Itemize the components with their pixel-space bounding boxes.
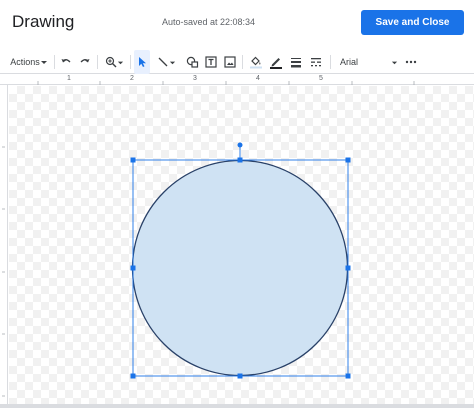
resize-handle-top[interactable]: [237, 157, 243, 163]
resize-handle-right[interactable]: [345, 265, 351, 271]
drawing-title: Drawing: [12, 12, 75, 31]
toolbar-divider: [130, 55, 131, 69]
ruler-label: 1: [67, 75, 71, 82]
undo-icon: [61, 59, 71, 63]
horizontal-ruler: 1 2 3 4 5: [0, 75, 474, 85]
ruler-label: 3: [193, 75, 197, 82]
canvas-layer: [130, 142, 351, 379]
toolbar-divider: [330, 55, 331, 69]
border-dash-icon: [311, 58, 321, 67]
bottom-border: [0, 404, 474, 408]
chevron-down-icon: [391, 61, 398, 64]
line-tool-button[interactable]: [152, 50, 180, 74]
fill-color-icon: [250, 56, 262, 69]
line-icon: [158, 57, 167, 67]
header-bar: Drawing Auto-saved at 22:08:34 Save and …: [0, 0, 474, 48]
more-button[interactable]: [403, 50, 419, 74]
border-dash-button[interactable]: [307, 50, 325, 74]
chevron-down-icon: [117, 61, 123, 64]
autosave-status: Auto-saved at 22:08:34: [162, 17, 256, 27]
image-icon: [224, 56, 236, 68]
select-tool-button[interactable]: [134, 50, 150, 74]
actions-menu[interactable]: Actions: [8, 50, 50, 74]
resize-handle-left[interactable]: [130, 265, 136, 271]
save-and-close-button[interactable]: Save and Close: [361, 10, 464, 35]
shape-tool-button[interactable]: [184, 50, 200, 74]
textbox-tool-button[interactable]: [203, 50, 219, 74]
ruler-ticks: [2, 146, 5, 397]
zoom-icon: [105, 56, 116, 68]
select-icon: [139, 57, 146, 67]
textbox-icon: [205, 56, 217, 68]
chevron-down-icon: [40, 61, 47, 64]
redo-icon: [80, 59, 90, 63]
chevron-down-icon: [169, 61, 175, 64]
border-color-icon: [270, 58, 282, 69]
ellipse-shape[interactable]: [131, 159, 349, 377]
drawing-canvas[interactable]: [9, 86, 474, 408]
ruler-label: 5: [319, 75, 323, 82]
ruler-label: 4: [256, 75, 260, 82]
resize-handle-bottom-left[interactable]: [130, 373, 136, 379]
shape-icon: [186, 56, 198, 68]
ruler-ticks: [37, 81, 415, 85]
border-weight-icon: [291, 58, 301, 68]
border-color-button[interactable]: [267, 50, 285, 74]
toolbar-divider: [54, 55, 55, 69]
fill-color-button[interactable]: [247, 50, 265, 74]
vertical-ruler: [0, 85, 8, 408]
toolbar: Actions Arial: [0, 50, 474, 74]
border-weight-button[interactable]: [287, 50, 305, 74]
resize-handle-top-left[interactable]: [130, 157, 136, 163]
zoom-menu[interactable]: [102, 50, 126, 74]
toolbar-divider: [242, 55, 243, 69]
image-tool-button[interactable]: [222, 50, 238, 74]
rotation-handle[interactable]: [237, 142, 243, 148]
font-select[interactable]: Arial: [336, 50, 402, 74]
redo-button[interactable]: [77, 50, 93, 74]
actions-label: Actions: [10, 57, 40, 67]
resize-handle-bottom-right[interactable]: [345, 373, 351, 379]
more-icon: [405, 60, 417, 64]
undo-button[interactable]: [58, 50, 74, 74]
resize-handle-top-right[interactable]: [345, 157, 351, 163]
font-label: Arial: [340, 57, 359, 67]
ruler-label: 2: [130, 75, 134, 82]
toolbar-divider: [97, 55, 98, 69]
resize-handle-bottom[interactable]: [237, 373, 243, 379]
